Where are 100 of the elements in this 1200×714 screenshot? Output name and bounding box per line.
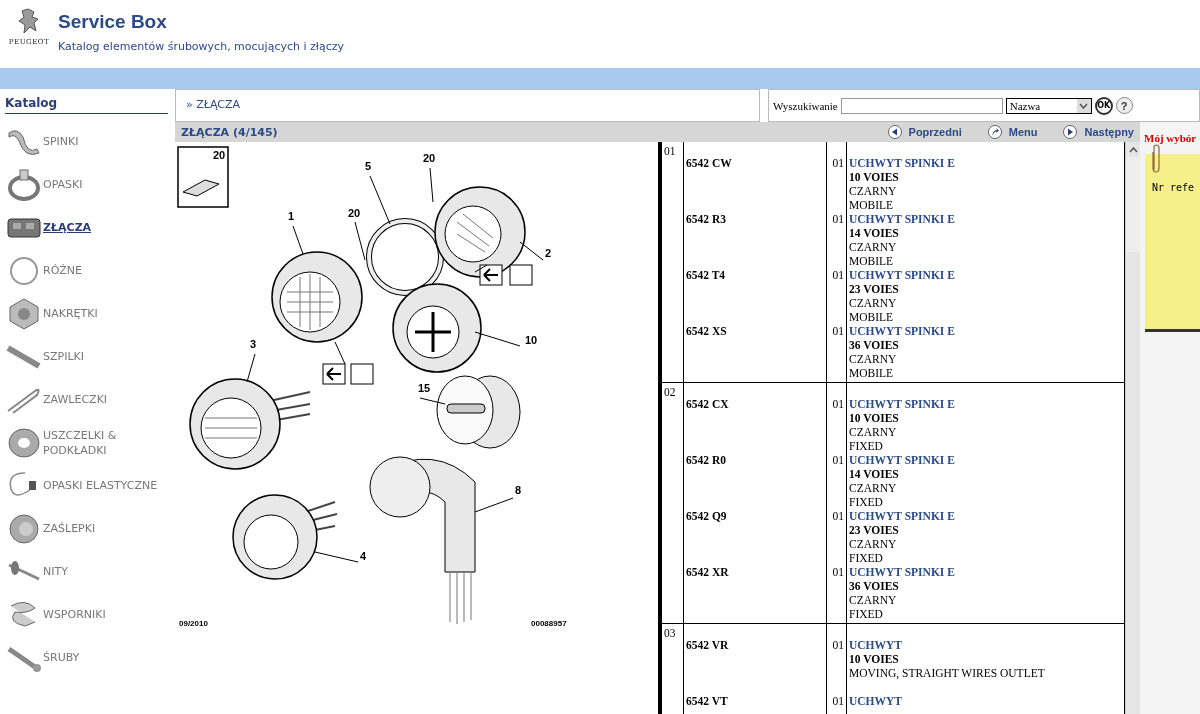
callout-number: 15 [418, 382, 431, 394]
part-name-link[interactable]: UCHWYT SPINKI E [849, 397, 1122, 411]
search-type-dropdown[interactable]: Nazwa [1005, 97, 1092, 114]
search-label: Wyszukiwanie [773, 99, 838, 112]
part-number: 6542 CW [686, 157, 732, 169]
sidebar-link[interactable]: ZAŚLEPKI [43, 521, 96, 536]
ways-count: 14 VOIES [849, 467, 900, 481]
part-number: 6542 XR [686, 566, 729, 578]
paperclip-icon [1151, 144, 1161, 174]
part-number: 6542 T4 [686, 269, 726, 281]
sidebar-link[interactable]: ŚRUBY [43, 650, 80, 665]
sidebar-link[interactable]: OPASKI [43, 177, 83, 192]
ok-button[interactable]: OK [1094, 96, 1113, 115]
sidebar-link[interactable]: WSPORNIKI [43, 607, 106, 622]
sidebar-link[interactable]: SZPILKI [43, 349, 84, 364]
part-detail: CZARNY [849, 425, 898, 439]
callout-number: 20 [348, 207, 361, 219]
part-number: 6542 VR [686, 639, 729, 651]
sidebar-link[interactable]: RÓŻNE [43, 263, 82, 278]
part-detail: FIXED [849, 607, 884, 621]
scrollbar-thumb[interactable] [1126, 157, 1140, 252]
note-text: Nr refe [1152, 182, 1195, 193]
diagram-date: 09/2010 [179, 619, 208, 628]
part-number: 6542 Q9 [686, 510, 727, 522]
callout-number: 20 [213, 149, 226, 161]
sidebar-link[interactable]: NITY [43, 564, 68, 579]
dropdown-caret-icon[interactable] [1079, 102, 1089, 109]
quantity: 01 [832, 639, 844, 651]
sidebar-link[interactable]: NAKRĘTKI [43, 306, 98, 321]
next-link[interactable]: Następny [1063, 125, 1134, 139]
callout-number: 20 [423, 152, 436, 164]
part-detail: MOVING, STRAIGHT WIRES OUTLET [849, 666, 1046, 680]
group-ref: 01 [664, 145, 676, 157]
part-name-link[interactable]: UCHWYT [849, 694, 1122, 708]
selection-title: Mój wybór [1143, 132, 1198, 144]
part-detail: MOBILE [849, 366, 895, 380]
ways-count: 23 VOIES [849, 282, 900, 296]
sidebar-link[interactable]: SPINKI [43, 134, 79, 149]
help-button[interactable]: ? [1115, 97, 1133, 114]
part-number: 6542 XS [686, 325, 727, 337]
part-name-link[interactable]: UCHWYT SPINKI E [849, 156, 1122, 170]
part-name-link[interactable]: UCHWYT SPINKI E [849, 268, 1122, 282]
quantity: 01 [832, 157, 844, 169]
quantity: 01 [832, 566, 844, 578]
part-detail: CZARNY [849, 184, 898, 198]
callout-number: 10 [525, 334, 538, 346]
group-ref: 02 [664, 386, 676, 398]
breadcrumb: » ZŁĄCZA [175, 89, 760, 122]
part-detail: FIXED [849, 495, 884, 509]
ways-count: 10 VOIES [849, 411, 900, 425]
app-title: Service Box [58, 11, 168, 33]
diagram-code: 00088957 [531, 619, 567, 628]
menu-link[interactable]: Menu [987, 125, 1038, 139]
scroll-up-icon[interactable] [1128, 147, 1138, 153]
part-number: 6542 R3 [686, 213, 726, 225]
ways-count: 14 VOIES [849, 226, 900, 240]
part-detail: FIXED [849, 439, 884, 453]
scrollbar[interactable] [1125, 142, 1140, 714]
part-detail: CZARNY [849, 240, 898, 254]
part-name-link[interactable]: UCHWYT SPINKI E [849, 324, 1122, 338]
ways-count: 36 VOIES [849, 579, 900, 593]
sidebar-link[interactable]: ZAWLECZKI [43, 392, 108, 407]
part-detail: MOBILE [849, 198, 895, 212]
sidebar-link[interactable]: ZŁĄCZA [43, 220, 92, 235]
part-name-link[interactable]: UCHWYT SPINKI E [849, 509, 1122, 523]
quantity: 01 [832, 454, 844, 466]
ways-count: 10 VOIES [849, 170, 900, 184]
washer-icon[interactable] [5, 425, 43, 460]
ways-count: 10 VOIES [849, 652, 900, 666]
part-name-link[interactable]: UCHWYT [849, 638, 1122, 652]
part-name-link[interactable]: UCHWYT SPINKI E [849, 212, 1122, 226]
part-name-link[interactable]: UCHWYT SPINKI E [849, 453, 1122, 467]
part-name-link[interactable]: UCHWYT SPINKI E [849, 565, 1122, 579]
callout-number: 8 [515, 484, 522, 496]
part-number: 6542 R0 [686, 454, 726, 466]
part-detail: FIXED [849, 551, 884, 565]
quantity: 01 [832, 398, 844, 410]
quantity: 01 [832, 213, 844, 225]
search-field[interactable] [840, 97, 1003, 114]
ways-count: 23 VOIES [849, 523, 900, 537]
callout-number: 2 [545, 247, 552, 259]
section-title: ZŁĄCZA (4/145) [181, 125, 278, 139]
group-ref: 03 [664, 627, 676, 639]
clamp-icon[interactable] [5, 167, 43, 202]
part-detail: MOBILE [849, 254, 895, 268]
part-detail: CZARNY [849, 296, 898, 310]
app-subtitle: Katalog elementów śrubowych, mocujących i złączy [58, 40, 344, 53]
sidebar-link[interactable]: OPASKI ELASTYCZNE [43, 478, 158, 493]
callout-number: 4 [360, 550, 367, 562]
part-number: 6542 VT [686, 695, 728, 707]
part-detail: CZARNY [849, 593, 898, 607]
callout-number: 3 [250, 338, 257, 350]
previous-link[interactable]: Poprzedni [887, 125, 962, 139]
sidebar-link[interactable]: USZCZELKI & PODKŁADKI [43, 427, 168, 458]
part-detail: CZARNY [849, 352, 898, 366]
part-detail: CZARNY [849, 537, 898, 551]
quantity: 01 [832, 695, 844, 707]
callout-number: 1 [288, 210, 295, 222]
quantity: 01 [832, 325, 844, 337]
part-number: 6542 CX [686, 398, 729, 410]
